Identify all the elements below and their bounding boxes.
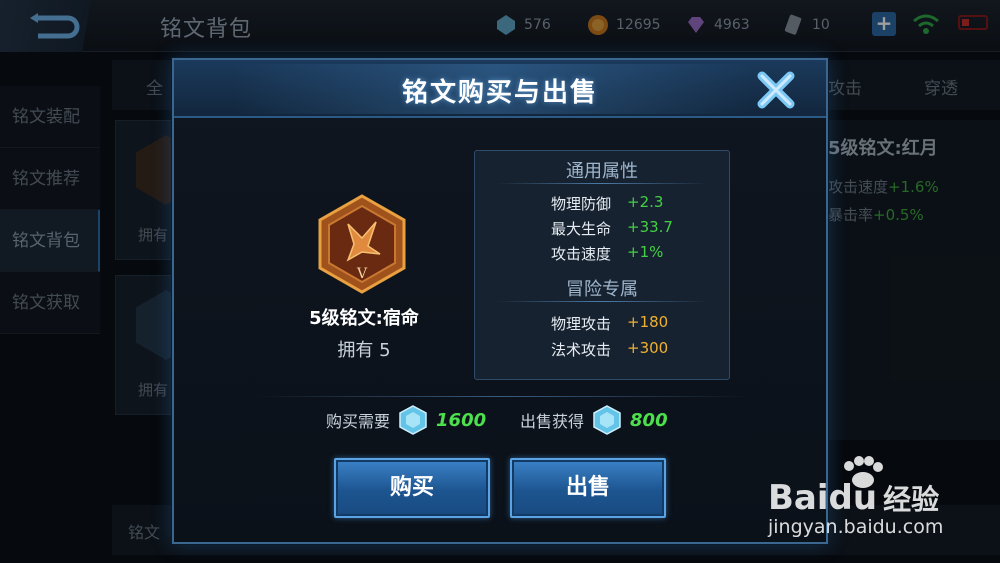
price-divider [254, 396, 750, 397]
buy-button[interactable]: 购买 [334, 458, 490, 518]
inscription-item-icon: V [318, 194, 406, 294]
item-owned-count: 拥有 5 [337, 340, 391, 361]
attr-row: 最大生命 +33.7 [550, 218, 673, 238]
diamond-icon [399, 405, 427, 435]
diamond-icon [593, 405, 621, 435]
baidu-jingyan-watermark: Baidu 经验 jingyan.baidu.com [768, 456, 996, 548]
watermark-url: jingyan.baidu.com [768, 516, 944, 538]
attr-row: 攻击速度 +1% [550, 243, 664, 263]
section-divider [495, 301, 709, 302]
level-mark: V [356, 266, 368, 282]
attr-row: 物理防御 +2.3 [550, 193, 664, 213]
sell-button[interactable]: 出售 [510, 458, 666, 518]
section-title-adventure: 冒险专属 [566, 279, 638, 300]
buy-sell-dialog: 铭文购买与出售 V 5级铭文:宿命 拥有 5 通用属性 物理防御 +2.3 最大… [172, 58, 828, 544]
dialog-title: 铭文购买与出售 [401, 78, 598, 108]
section-title-general: 通用属性 [566, 161, 638, 182]
close-icon[interactable] [754, 68, 798, 112]
buy-price: 购买需要 1600 [326, 404, 486, 436]
item-name: 5级铭文:宿命 [309, 308, 419, 329]
dialog-header: 铭文购买与出售 [174, 60, 826, 118]
sell-price: 出售获得 800 [520, 404, 668, 436]
section-divider [495, 183, 709, 184]
attr-row: 物理攻击 +180 [550, 313, 669, 333]
attr-row: 法术攻击 +300 [550, 339, 669, 359]
attribute-panel: 通用属性 物理防御 +2.3 最大生命 +33.7 攻击速度 +1% 冒险专属 … [474, 150, 730, 380]
